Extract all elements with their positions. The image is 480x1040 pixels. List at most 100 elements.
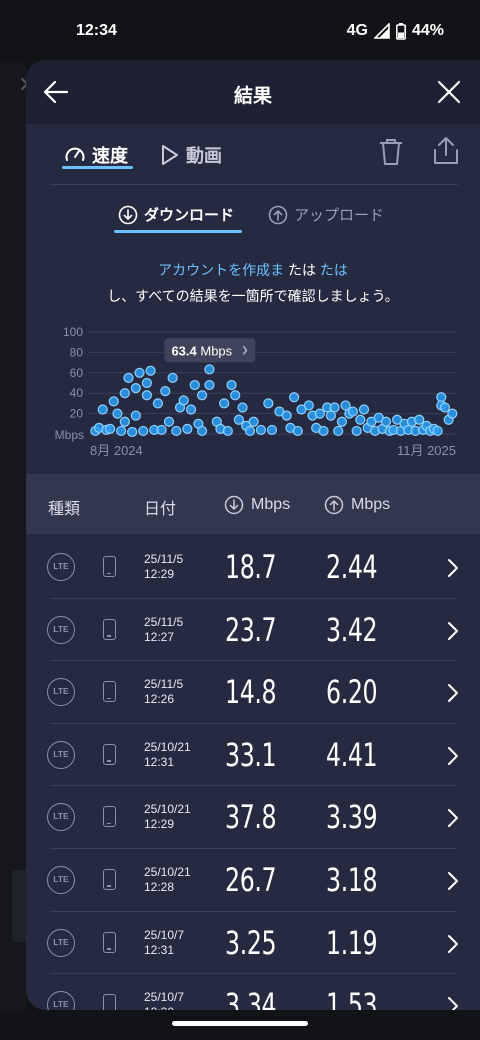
- result-date: 25/11/5 12:29: [144, 552, 183, 582]
- tooltip[interactable]: 63.4 Mbps: [164, 338, 256, 363]
- table-row[interactable]: LTE 25/11/5 12:27 23.7 3.42: [26, 599, 480, 662]
- data-point[interactable]: [255, 424, 267, 436]
- gesture-nav-bar[interactable]: [172, 1021, 308, 1026]
- data-point[interactable]: [134, 367, 145, 378]
- sheet-header: 結果: [26, 60, 480, 124]
- result-date-day: 25/10/21: [144, 739, 191, 754]
- table-row[interactable]: LTE 25/10/21 12:31 33.1 4.41: [26, 724, 480, 787]
- result-date-time: 12:29: [144, 567, 175, 581]
- data-point[interactable]: [351, 425, 362, 437]
- data-point[interactable]: [108, 396, 119, 407]
- data-point[interactable]: [127, 426, 138, 438]
- data-point[interactable]: [288, 392, 300, 403]
- data-point[interactable]: [303, 400, 314, 411]
- data-point[interactable]: [292, 425, 303, 437]
- data-point[interactable]: [380, 416, 392, 427]
- data-point[interactable]: [336, 416, 348, 427]
- data-point[interactable]: [219, 398, 230, 409]
- data-point[interactable]: [355, 414, 366, 425]
- data-point[interactable]: [248, 416, 259, 427]
- data-point[interactable]: [163, 416, 175, 427]
- data-point[interactable]: [171, 425, 182, 437]
- data-point[interactable]: [119, 416, 130, 427]
- data-point[interactable]: [160, 386, 171, 397]
- data-point[interactable]: [196, 425, 208, 437]
- data-point[interactable]: [119, 388, 130, 399]
- chevron-right-icon: [448, 809, 458, 828]
- data-point[interactable]: [281, 410, 292, 421]
- result-date: 25/11/5 12:27: [144, 615, 183, 645]
- table-row[interactable]: LTE 25/10/21 12:29 37.8 3.39: [26, 786, 480, 849]
- table-row[interactable]: LTE 25/11/5 12:29 18.7 2.44: [26, 536, 480, 599]
- subtab-download[interactable]: ダウンロード: [118, 204, 234, 225]
- data-point[interactable]: [130, 410, 141, 421]
- login-link[interactable]: たは: [320, 262, 348, 278]
- data-point[interactable]: [266, 424, 278, 436]
- data-point[interactable]: [263, 398, 274, 409]
- speed-scatter-chart[interactable]: 100 80 60 40 20 Mbps 8月 2024 11月 2025 63.4 Mbps: [26, 322, 480, 472]
- data-point[interactable]: [204, 364, 215, 375]
- data-point[interactable]: [189, 379, 200, 391]
- phone-icon: [103, 743, 116, 765]
- data-point[interactable]: [447, 408, 458, 419]
- data-point[interactable]: [97, 404, 108, 415]
- network-type: 4G: [346, 22, 368, 39]
- download-speed: 26.7: [225, 860, 277, 899]
- data-point[interactable]: [130, 382, 141, 394]
- data-point[interactable]: [145, 365, 156, 376]
- data-point[interactable]: [233, 414, 244, 425]
- result-date-day: 25/10/21: [144, 864, 191, 879]
- data-point[interactable]: [230, 390, 241, 401]
- data-point[interactable]: [182, 423, 193, 435]
- data-point[interactable]: [333, 425, 344, 437]
- header-download[interactable]: Mbps: [224, 495, 290, 515]
- table-row[interactable]: LTE 25/10/712:30 3.34 1.53: [26, 974, 480, 1010]
- result-date-time: 12:27: [144, 629, 175, 644]
- data-point[interactable]: [116, 425, 127, 437]
- table-row[interactable]: LTE 25/10/7 12:31 3.25 1.19: [26, 912, 480, 975]
- y-tick-label: 40: [70, 386, 84, 400]
- table-row[interactable]: LTE 25/11/5 12:26 14.8 6.20: [26, 661, 480, 724]
- data-point[interactable]: [138, 425, 149, 437]
- subtab-upload[interactable]: アップロード: [268, 204, 384, 225]
- data-point[interactable]: [152, 398, 164, 409]
- data-point[interactable]: [204, 379, 215, 391]
- results-list: LTE 25/11/5 12:29 18.7 2.44 LTE 25/11/5 12:27 23…: [26, 536, 480, 1010]
- data-point[interactable]: [178, 395, 189, 406]
- data-point[interactable]: [414, 414, 425, 425]
- data-point[interactable]: [156, 424, 167, 436]
- create-account-link[interactable]: アカウントを作成ま: [158, 262, 284, 278]
- data-point[interactable]: [185, 404, 197, 415]
- tab-video[interactable]: 動画: [160, 142, 222, 168]
- share-icon[interactable]: [432, 136, 460, 166]
- tab-speed[interactable]: 速度: [64, 142, 128, 168]
- data-point[interactable]: [358, 404, 370, 415]
- trash-icon[interactable]: [378, 138, 404, 166]
- data-point[interactable]: [347, 406, 359, 417]
- close-icon[interactable]: [436, 79, 462, 105]
- x-tick-label: 11月 2025: [397, 443, 456, 458]
- data-point[interactable]: [226, 379, 237, 391]
- data-point[interactable]: [141, 377, 152, 389]
- data-point[interactable]: [167, 372, 178, 384]
- table-row[interactable]: LTE 25/10/21 12:28 26.7 3.18: [26, 849, 480, 912]
- y-tick-label: 80: [70, 345, 84, 359]
- data-point[interactable]: [329, 402, 340, 413]
- chevron-right-icon: [448, 997, 458, 1010]
- data-point[interactable]: [439, 402, 451, 413]
- data-point[interactable]: [112, 408, 123, 419]
- data-point[interactable]: [196, 390, 208, 401]
- data-point[interactable]: [104, 423, 116, 435]
- data-point[interactable]: [222, 425, 233, 437]
- data-point[interactable]: [314, 408, 325, 419]
- data-point[interactable]: [432, 425, 443, 437]
- data-point[interactable]: [237, 402, 248, 413]
- header-upload[interactable]: Mbps: [324, 495, 390, 515]
- data-point[interactable]: [141, 390, 152, 401]
- data-point[interactable]: [123, 372, 134, 384]
- y-tick-label: 20: [70, 407, 84, 421]
- data-point[interactable]: [318, 425, 329, 437]
- upload-speed: 4.41: [326, 735, 378, 774]
- phone-icon: [103, 556, 116, 577]
- data-point[interactable]: [244, 425, 256, 437]
